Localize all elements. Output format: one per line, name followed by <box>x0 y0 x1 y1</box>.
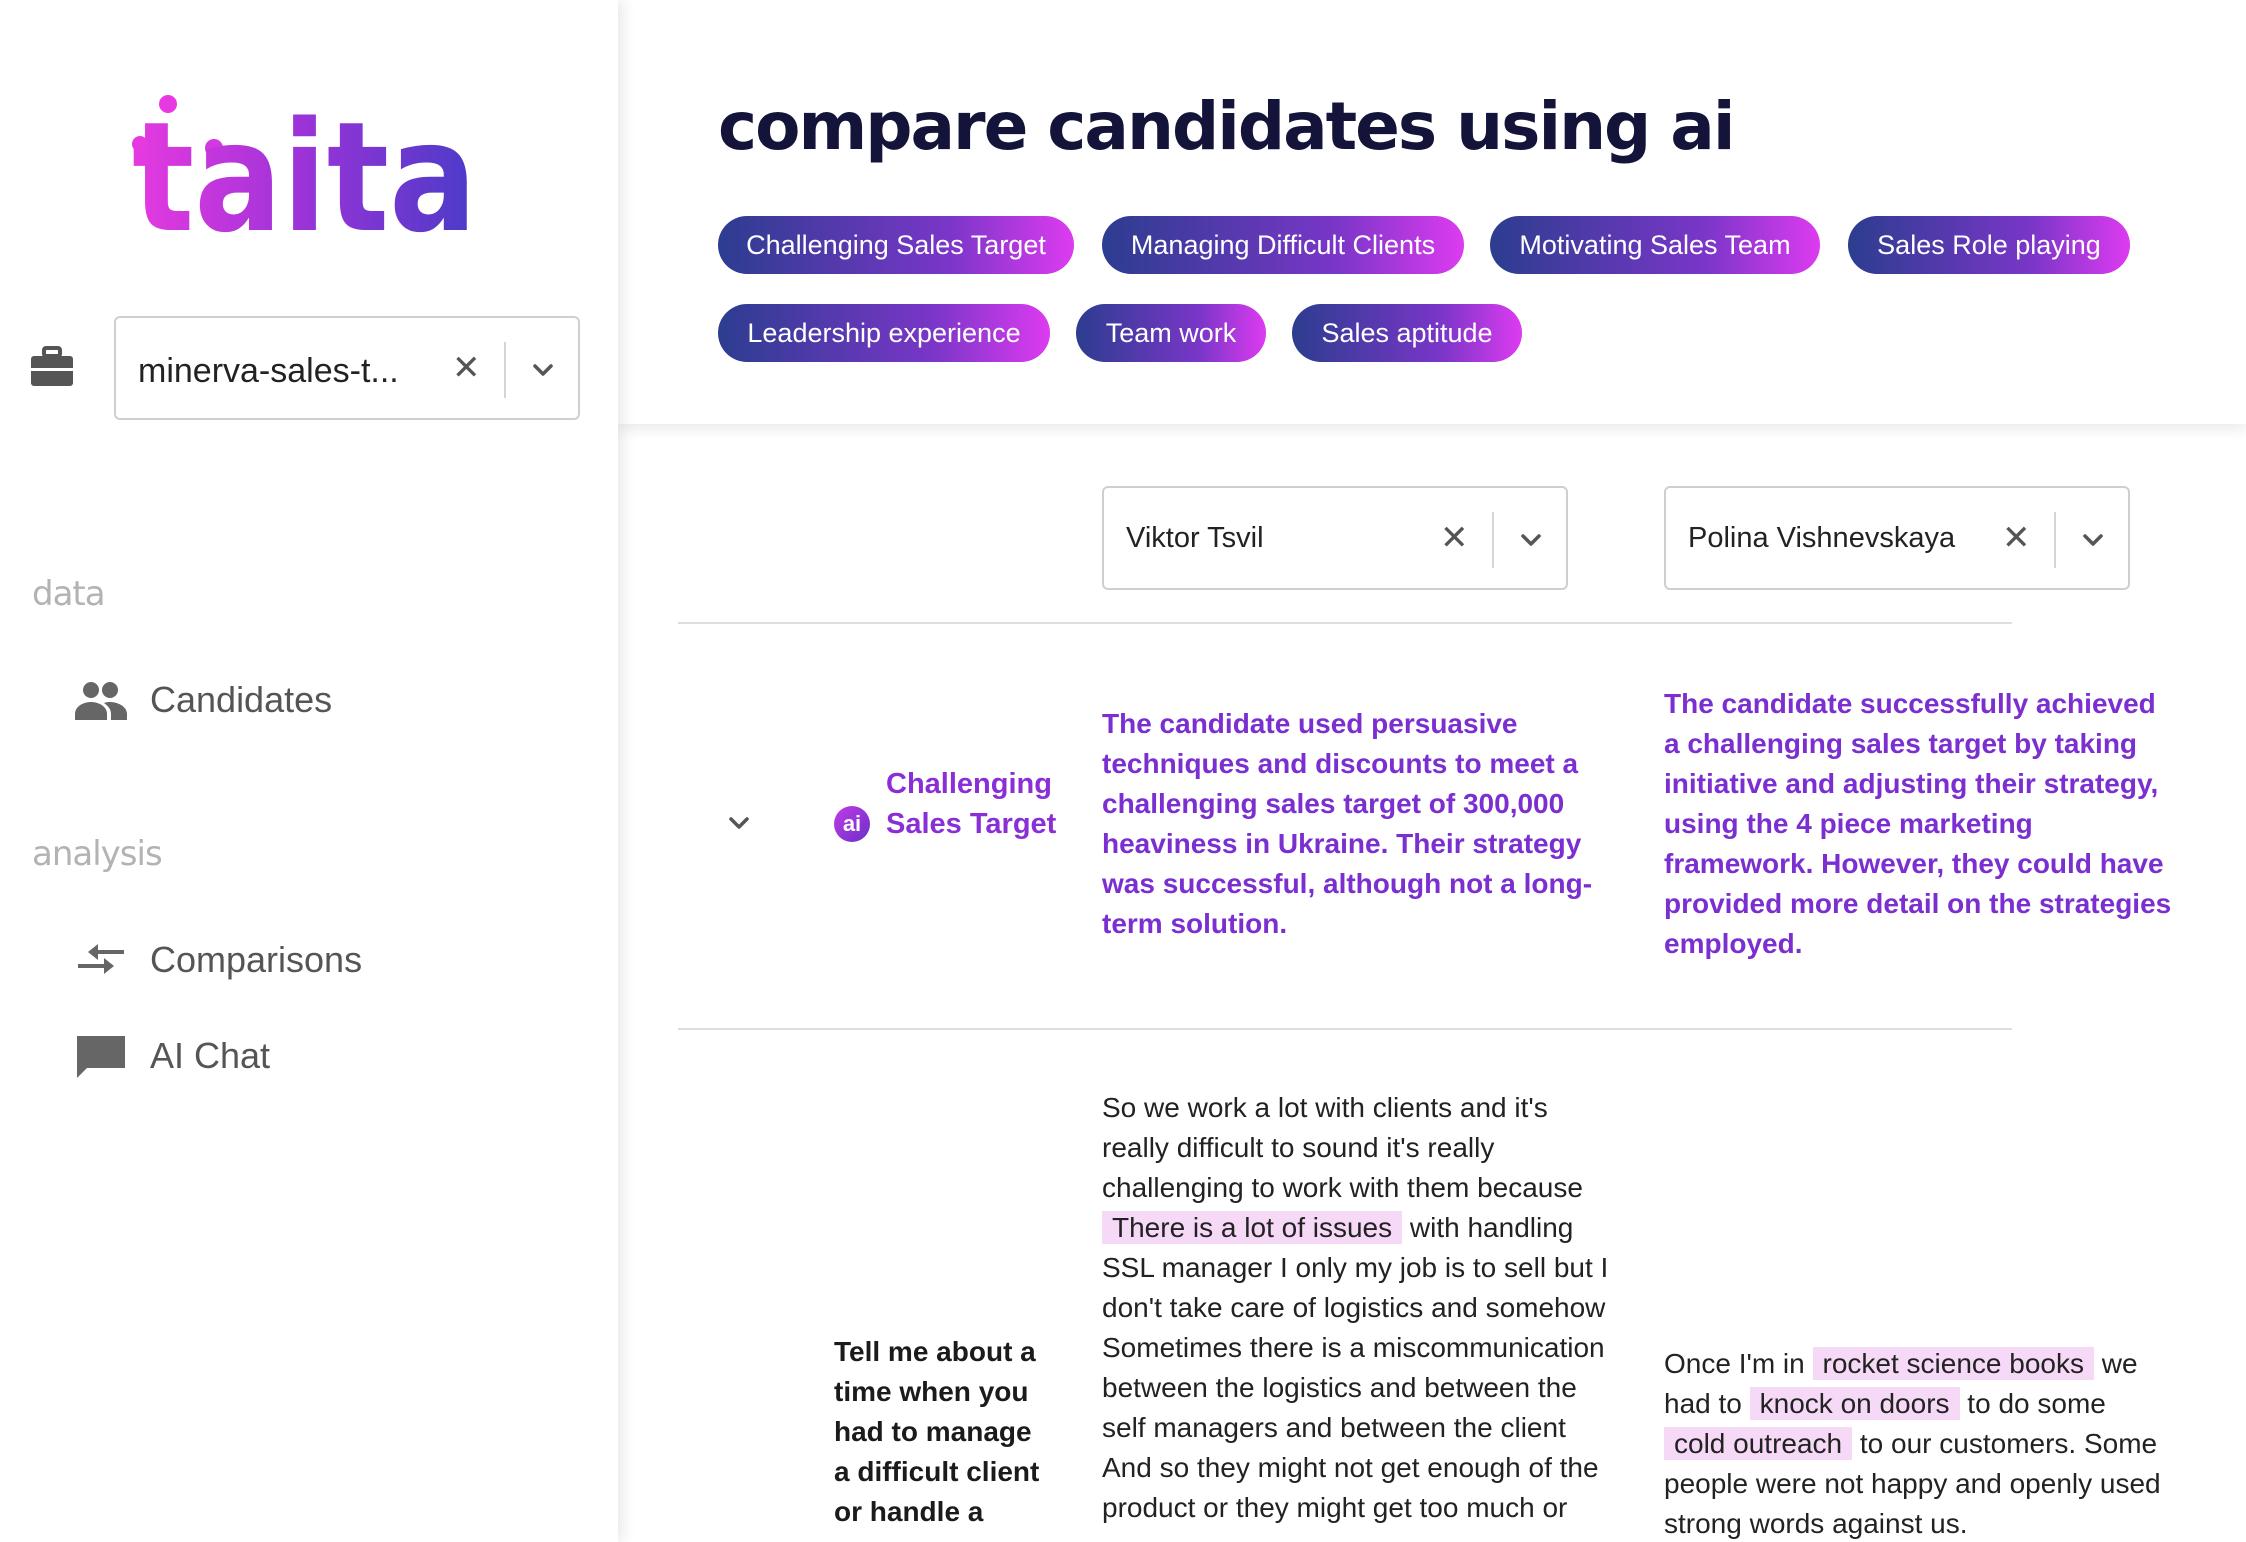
clear-icon[interactable]: ✕ <box>1440 521 1469 555</box>
select-separator <box>504 342 506 398</box>
section-label-data: data <box>32 574 106 614</box>
chat-icon <box>74 1034 128 1078</box>
ai-badge-icon: ai <box>834 806 870 842</box>
project-select-value: minerva-sales-t... <box>138 352 399 390</box>
answer-text: So we work a lot with clients and it's r… <box>1102 1092 1583 1203</box>
answer-highlight[interactable]: knock on doors <box>1749 1387 1960 1420</box>
answer-text: Once I'm in <box>1664 1348 1813 1379</box>
candidate-select-value: Polina Vishnevskaya <box>1688 522 1956 554</box>
answer-highlight[interactable]: There is a lot of issues <box>1102 1211 1403 1244</box>
logo-graphic: taita <box>132 89 477 266</box>
answer-candidate-2: Once I'm in rocket science books we had … <box>1664 1344 2174 1542</box>
comparison-panel: Viktor Tsvil ✕ Polina Vishnevskaya ✕ ai … <box>618 424 2246 1542</box>
sidebar: taita minerva-sales-t... ✕ data Candidat… <box>0 0 618 1542</box>
chip-sales-role-playing[interactable]: Sales Role playing <box>1848 216 2130 274</box>
chevron-down-icon[interactable] <box>2078 525 2108 555</box>
chip-sales-aptitude[interactable]: Sales aptitude <box>1292 304 1522 362</box>
candidate-select-2[interactable]: Polina Vishnevskaya ✕ <box>1664 486 2130 590</box>
chip-team-work[interactable]: Team work <box>1076 304 1266 362</box>
interview-question: Tell me about a time when you had to man… <box>834 1336 1040 1542</box>
nav-item-label: Candidates <box>150 679 333 720</box>
select-separator <box>1492 512 1494 568</box>
candidate-select-value: Viktor Tsvil <box>1126 522 1264 554</box>
chip-motivating-sales-team[interactable]: Motivating Sales Team <box>1490 216 1820 274</box>
chip-leadership-experience[interactable]: Leadership experience <box>718 304 1050 362</box>
row-divider <box>678 1028 2012 1030</box>
candidate-select-1[interactable]: Viktor Tsvil ✕ <box>1102 486 1568 590</box>
project-select[interactable]: minerva-sales-t... ✕ <box>114 316 580 420</box>
answer-highlight[interactable]: rocket science books <box>1812 1347 2094 1380</box>
section-label-analysis: analysis <box>32 834 163 874</box>
nav-item-comparisons[interactable]: Comparisons <box>74 932 362 988</box>
chip-challenging-sales-target[interactable]: Challenging Sales Target <box>718 216 1074 274</box>
criterion-label: Challenging Sales Target <box>886 768 1057 840</box>
chip-managing-difficult-clients[interactable]: Managing Difficult Clients <box>1102 216 1464 274</box>
answer-highlight[interactable]: cold outreach <box>1664 1427 1853 1460</box>
clear-icon[interactable]: ✕ <box>2002 521 2031 555</box>
select-separator <box>2054 512 2056 568</box>
briefcase-icon <box>30 346 74 388</box>
taita-logo[interactable]: taita <box>132 89 492 266</box>
ai-summary-candidate-1: The candidate used persuasive techniques… <box>1102 708 1593 939</box>
nav-item-candidates[interactable]: Candidates <box>74 672 332 728</box>
chevron-down-icon[interactable] <box>1516 525 1546 555</box>
chevron-down-icon[interactable] <box>528 355 558 385</box>
answer-text: with handling SSL manager I only my job … <box>1102 1212 1609 1523</box>
answer-candidate-1: So we work a lot with clients and it's r… <box>1102 1088 1612 1528</box>
answer-text: to do some <box>1959 1388 2106 1419</box>
clear-icon[interactable]: ✕ <box>452 351 481 385</box>
ai-summary-candidate-2: The candidate successfully achieved a ch… <box>1664 688 2172 959</box>
nav-item-label: Comparisons <box>150 939 363 980</box>
people-icon <box>74 678 128 722</box>
page-title: compare candidates using ai <box>718 88 1735 165</box>
nav-item-ai-chat[interactable]: AI Chat <box>74 1028 270 1084</box>
expand-chevron-icon[interactable] <box>724 808 754 838</box>
page-header: compare candidates using ai Challenging … <box>618 0 2246 424</box>
logo-text: taita <box>132 92 477 242</box>
nav-item-label: AI Chat <box>150 1035 271 1076</box>
compare-arrows-icon <box>74 938 128 982</box>
row-divider <box>678 622 2012 624</box>
